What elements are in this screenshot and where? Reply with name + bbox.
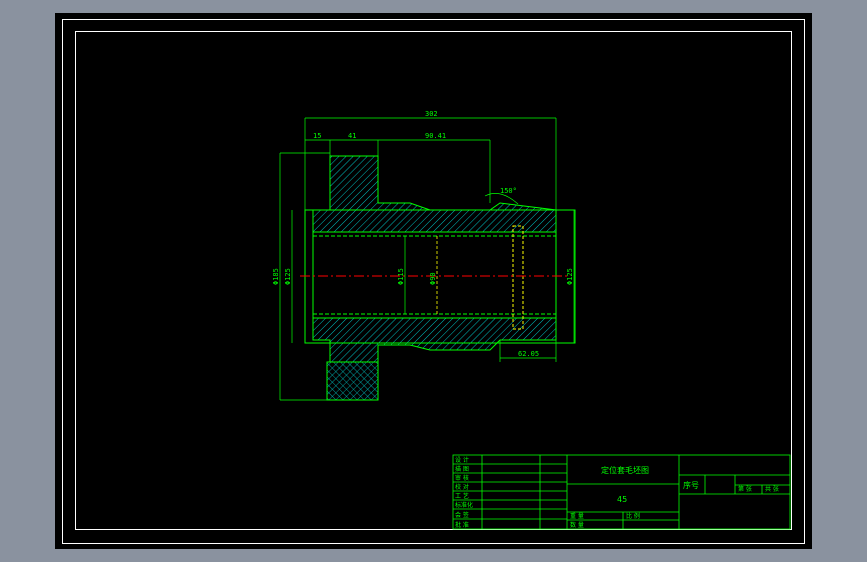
cad-drawing[interactable]: 302 15 41 90.41 150° 62.05 Φ185 Φ125 Φ11… xyxy=(0,0,867,562)
tb-row-4: 工 艺 xyxy=(455,492,469,500)
tb-row-6: 会 签 xyxy=(455,511,469,519)
part-upper-section xyxy=(312,155,557,233)
dim-dia-left2: Φ125 xyxy=(284,268,292,285)
dim-overall-length: 302 xyxy=(425,110,438,118)
dim-dia-center1: Φ115 xyxy=(397,268,405,285)
tb-quantity: 数 量 xyxy=(570,521,584,529)
tb-row-2: 审 核 xyxy=(455,474,469,482)
dim-shoulder: 41 xyxy=(348,132,356,140)
tb-row-3: 校 对 xyxy=(455,483,469,491)
tb-scale: 比 例 xyxy=(626,512,640,520)
tb-row-7: 批 准 xyxy=(455,521,469,529)
sequence-label: 序号 xyxy=(683,480,699,490)
dim-chamfer-angle: 150° xyxy=(500,187,517,195)
dim-dia-right: Φ125 xyxy=(566,268,574,285)
part-name: 定位套毛坯图 xyxy=(601,465,649,475)
dim-end-length: 62.05 xyxy=(518,350,539,358)
tb-row-0: 设 计 xyxy=(455,456,469,464)
tb-weight: 重 量 xyxy=(570,512,584,520)
flange-projection xyxy=(326,361,379,401)
dim-dia-outer-left: Φ185 xyxy=(272,268,280,285)
material: 45 xyxy=(617,495,627,504)
sheet-label-1: 第 张 xyxy=(738,485,752,493)
dim-step-small: 15 xyxy=(313,132,321,140)
dim-dia-center2: Φ90 xyxy=(429,272,437,285)
tb-row-1: 描 图 xyxy=(455,465,469,473)
dim-recess: 90.41 xyxy=(425,132,446,140)
tb-row-5: 标准化 xyxy=(455,501,473,509)
sheet-label-2: 共 张 xyxy=(765,485,779,493)
